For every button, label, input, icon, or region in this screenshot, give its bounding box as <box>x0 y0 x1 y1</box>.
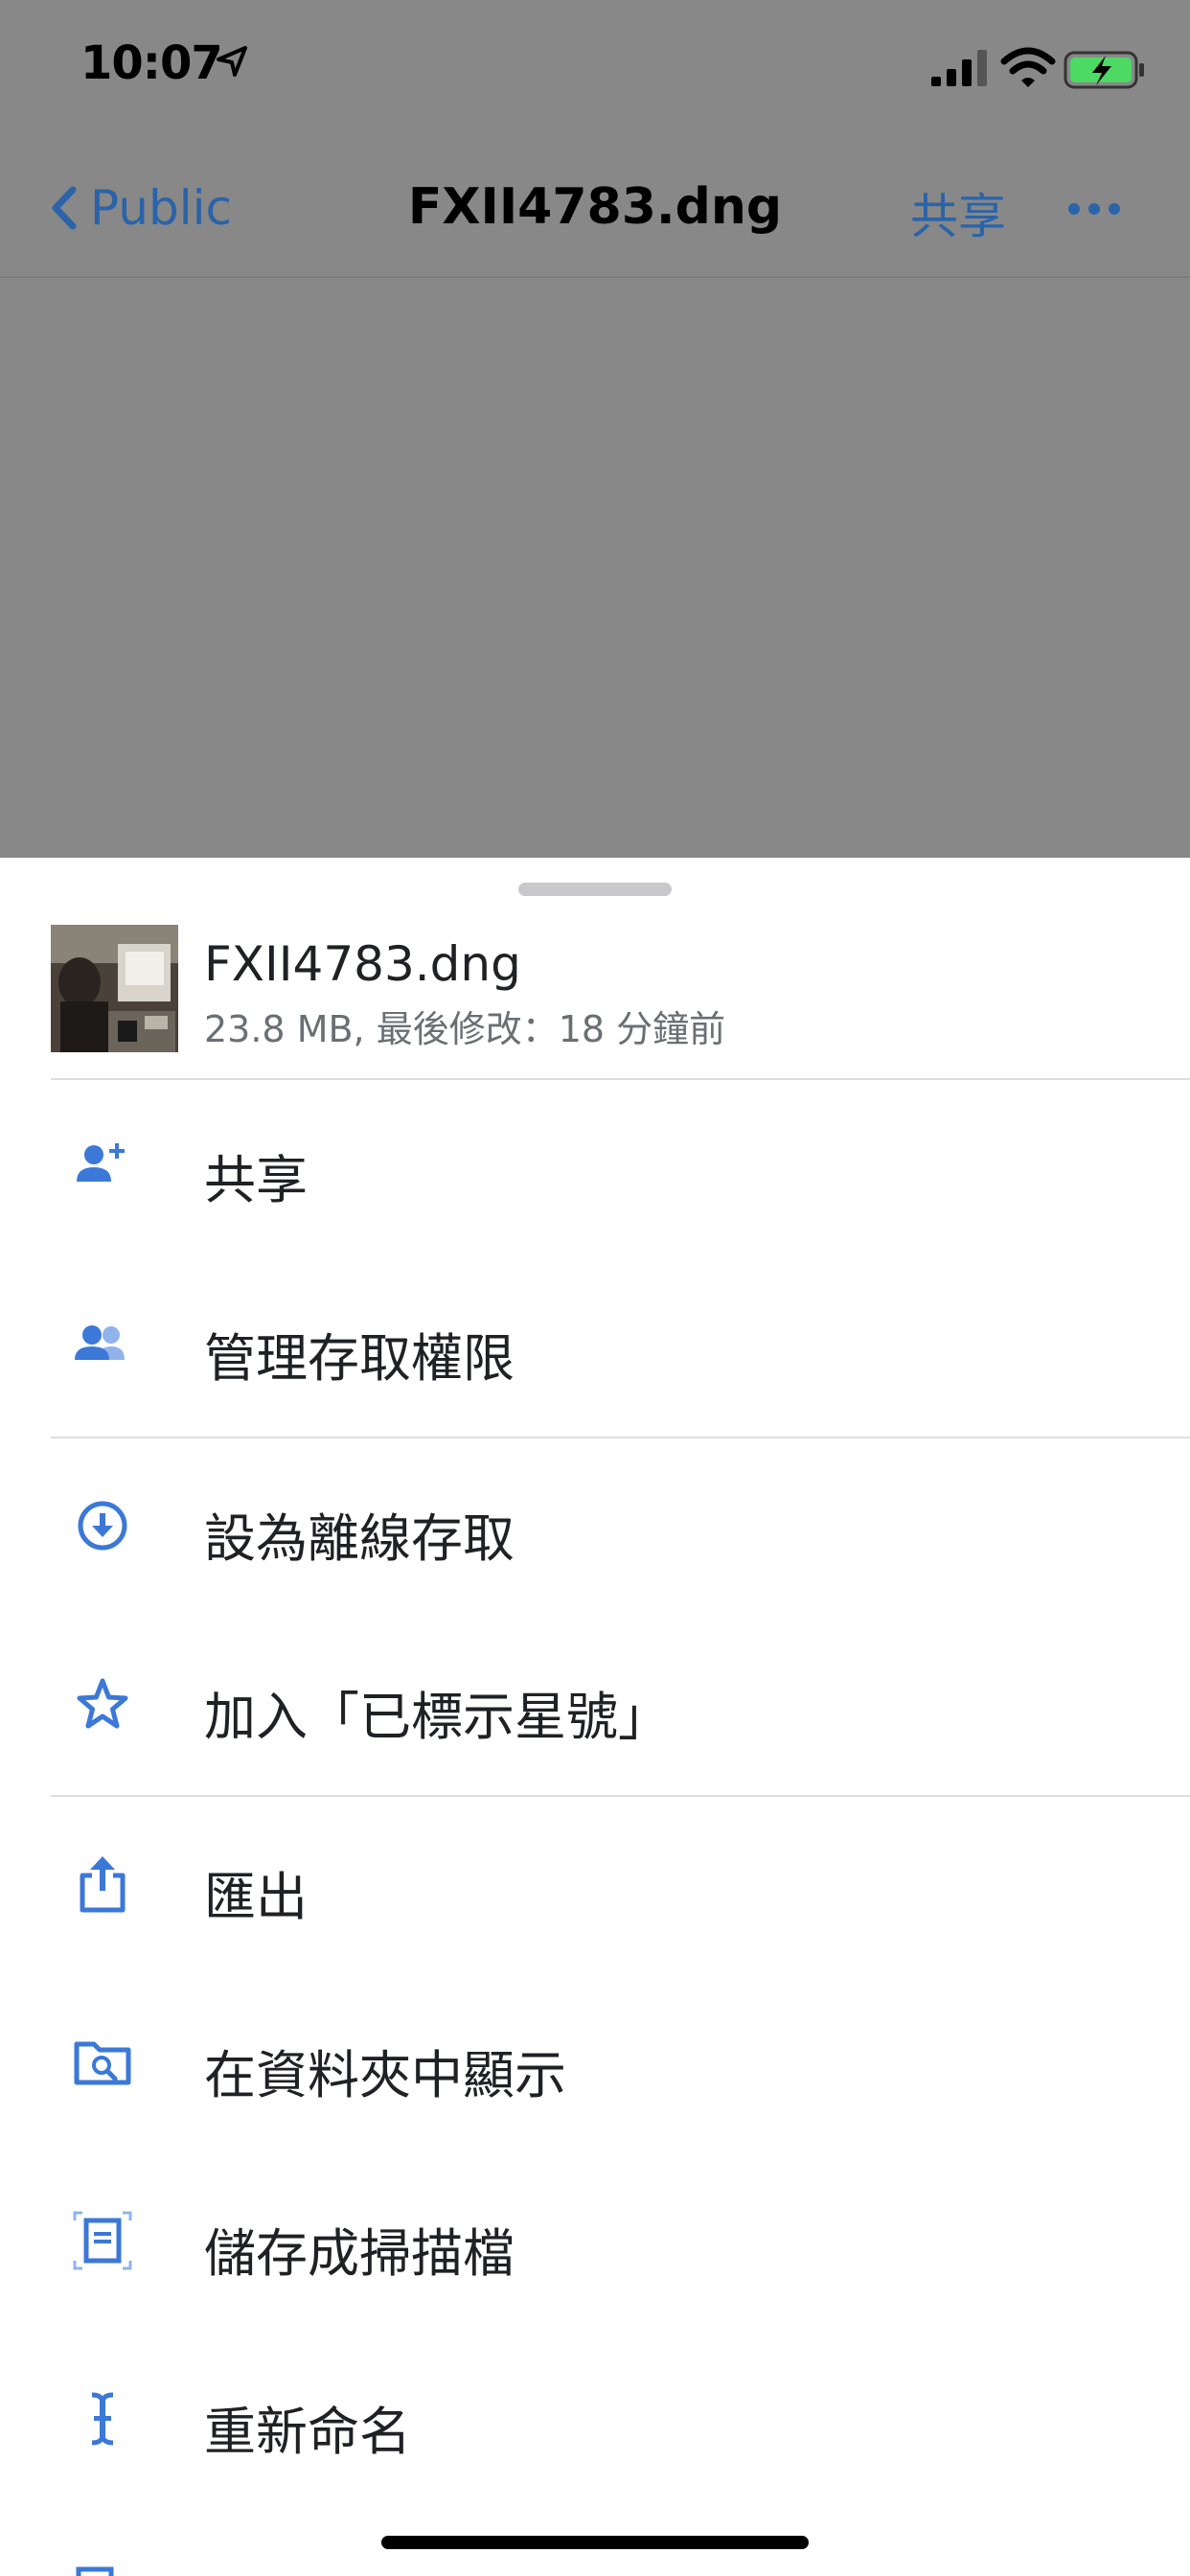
menu-item-show-in-folder[interactable]: 在資料夾中顯示 <box>0 1975 1190 2153</box>
menu-item-label: 在資料夾中顯示 <box>204 2045 566 2105</box>
more-horizontal-icon[interactable] <box>1067 201 1121 217</box>
menu-item-share[interactable]: 共享 <box>0 1080 1190 1258</box>
menu-item-label: 管理存取權限 <box>204 1328 515 1389</box>
menu-item-rename[interactable]: 重新命名 <box>0 2332 1190 2510</box>
photo-thumbnail-icon <box>51 925 178 1052</box>
folder-search-icon <box>74 2041 131 2085</box>
menu-item-label: 共享 <box>204 1150 308 1210</box>
menu-item-label: 重新命名 <box>204 2402 411 2462</box>
export-share-icon <box>80 1856 126 1913</box>
person-add-icon <box>77 1143 125 1182</box>
menu-item-manage-access[interactable]: 管理存取權限 <box>0 1258 1190 1437</box>
menu-item-export[interactable]: 匯出 <box>0 1797 1190 1975</box>
file-name: FXII4783.dng <box>204 936 521 992</box>
home-indicator[interactable] <box>381 2536 809 2549</box>
file-thumbnail <box>51 925 178 1052</box>
menu-item-star[interactable]: 加入「已標示星號」 <box>0 1617 1190 1795</box>
sheet-grabber-handle[interactable] <box>518 883 672 896</box>
action-sheet: FXII4783.dng 23.8 MB, 最後修改：18 分鐘前 共享 管理存… <box>0 858 1190 2576</box>
menu-item-save-scan[interactable]: 儲存成掃描檔 <box>0 2153 1190 2332</box>
screen: 10:07 Public FXII4783.dng 共享 FXII4783.dn… <box>0 0 1190 2576</box>
status-bar: 10:07 <box>0 0 1190 125</box>
dimmed-background[interactable]: 10:07 Public FXII4783.dng 共享 <box>0 0 1190 858</box>
star-outline-icon <box>77 1678 128 1729</box>
menu-item-label: 加入「已標示星號」 <box>204 1687 670 1747</box>
share-button[interactable]: 共享 <box>910 178 1006 247</box>
copy-icon <box>76 2566 114 2576</box>
menu-item-label: 儲存成掃描檔 <box>204 2223 515 2284</box>
cellular-signal-icon <box>931 50 987 86</box>
action-menu: 共享 管理存取權限 設為離線存取 加入「已標示星號」 匯出 在資料夾中顯示 儲存… <box>0 1080 1190 2576</box>
wifi-icon <box>1000 47 1056 87</box>
text-cursor-icon <box>91 2392 114 2446</box>
menu-item-offline[interactable]: 設為離線存取 <box>0 1438 1190 1617</box>
people-icon <box>75 1325 125 1360</box>
offline-download-icon <box>78 1501 127 1551</box>
menu-item-label: 設為離線存取 <box>204 1508 515 1569</box>
menu-item-label: 匯出 <box>204 1867 308 1927</box>
location-arrow-icon <box>217 46 247 77</box>
file-header: FXII4783.dng 23.8 MB, 最後修改：18 分鐘前 <box>51 925 1190 1080</box>
scan-document-icon <box>73 2211 132 2270</box>
battery-charging-icon <box>1064 51 1144 89</box>
status-time: 10:07 <box>80 36 223 90</box>
navigation-bar: Public FXII4783.dng 共享 <box>0 153 1190 278</box>
file-meta: 23.8 MB, 最後修改：18 分鐘前 <box>204 1008 726 1050</box>
menu-item-label: 複製 <box>204 2567 308 2576</box>
page-title: FXII4783.dng <box>407 178 783 236</box>
